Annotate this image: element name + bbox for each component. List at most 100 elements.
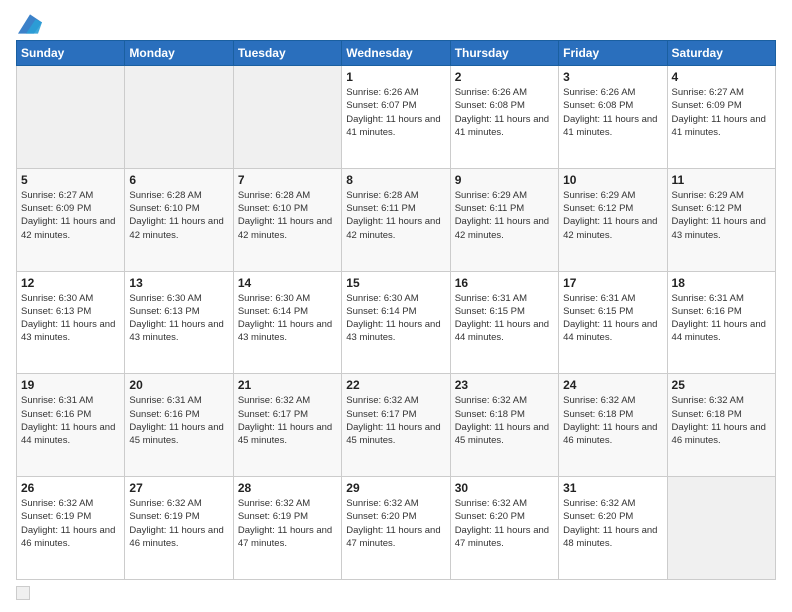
- day-info: Sunrise: 6:32 AM Sunset: 6:19 PM Dayligh…: [21, 497, 120, 550]
- calendar-body: 1 Sunrise: 6:26 AM Sunset: 6:07 PM Daylig…: [17, 66, 776, 580]
- day-cell: 26 Sunrise: 6:32 AM Sunset: 6:19 PM Dayli…: [17, 477, 125, 580]
- day-info: Sunrise: 6:31 AM Sunset: 6:16 PM Dayligh…: [129, 394, 228, 447]
- day-number: 15: [346, 276, 445, 290]
- day-info: Sunrise: 6:31 AM Sunset: 6:15 PM Dayligh…: [455, 292, 554, 345]
- day-info: Sunrise: 6:26 AM Sunset: 6:07 PM Dayligh…: [346, 86, 445, 139]
- day-number: 21: [238, 378, 337, 392]
- day-cell: [17, 66, 125, 169]
- day-number: 19: [21, 378, 120, 392]
- day-cell: 18 Sunrise: 6:31 AM Sunset: 6:16 PM Dayli…: [667, 271, 775, 374]
- day-number: 30: [455, 481, 554, 495]
- day-info: Sunrise: 6:32 AM Sunset: 6:20 PM Dayligh…: [563, 497, 662, 550]
- calendar-table: SundayMondayTuesdayWednesdayThursdayFrid…: [16, 40, 776, 580]
- day-number: 10: [563, 173, 662, 187]
- header: [16, 12, 776, 32]
- day-info: Sunrise: 6:28 AM Sunset: 6:10 PM Dayligh…: [238, 189, 337, 242]
- header-cell-wednesday: Wednesday: [342, 41, 450, 66]
- day-info: Sunrise: 6:27 AM Sunset: 6:09 PM Dayligh…: [672, 86, 771, 139]
- day-cell: 2Sunrise: 6:26 AM Sunset: 6:08 PM Daylig…: [450, 66, 558, 169]
- header-cell-monday: Monday: [125, 41, 233, 66]
- day-number: 29: [346, 481, 445, 495]
- day-cell: 10 Sunrise: 6:29 AM Sunset: 6:12 PM Dayli…: [559, 168, 667, 271]
- day-cell: 21 Sunrise: 6:32 AM Sunset: 6:17 PM Dayli…: [233, 374, 341, 477]
- day-cell: 25Sunrise: 6:32 AM Sunset: 6:18 PM Dayli…: [667, 374, 775, 477]
- day-info: Sunrise: 6:32 AM Sunset: 6:20 PM Dayligh…: [346, 497, 445, 550]
- day-info: Sunrise: 6:29 AM Sunset: 6:11 PM Dayligh…: [455, 189, 554, 242]
- day-cell: 3Sunrise: 6:26 AM Sunset: 6:08 PM Daylig…: [559, 66, 667, 169]
- day-cell: 11Sunrise: 6:29 AM Sunset: 6:12 PM Dayli…: [667, 168, 775, 271]
- day-cell: 28 Sunrise: 6:32 AM Sunset: 6:19 PM Dayli…: [233, 477, 341, 580]
- day-number: 3: [563, 70, 662, 84]
- day-cell: [233, 66, 341, 169]
- header-cell-sunday: Sunday: [17, 41, 125, 66]
- day-info: Sunrise: 6:32 AM Sunset: 6:17 PM Dayligh…: [346, 394, 445, 447]
- day-cell: 30Sunrise: 6:32 AM Sunset: 6:20 PM Dayli…: [450, 477, 558, 580]
- day-number: 22: [346, 378, 445, 392]
- day-cell: 29 Sunrise: 6:32 AM Sunset: 6:20 PM Dayli…: [342, 477, 450, 580]
- day-info: Sunrise: 6:28 AM Sunset: 6:11 PM Dayligh…: [346, 189, 445, 242]
- day-cell: 5 Sunrise: 6:27 AM Sunset: 6:09 PM Daylig…: [17, 168, 125, 271]
- header-cell-thursday: Thursday: [450, 41, 558, 66]
- day-number: 7: [238, 173, 337, 187]
- day-cell: 1 Sunrise: 6:26 AM Sunset: 6:07 PM Daylig…: [342, 66, 450, 169]
- week-row-2: 5 Sunrise: 6:27 AM Sunset: 6:09 PM Daylig…: [17, 168, 776, 271]
- day-cell: 6 Sunrise: 6:28 AM Sunset: 6:10 PM Daylig…: [125, 168, 233, 271]
- day-info: Sunrise: 6:30 AM Sunset: 6:14 PM Dayligh…: [346, 292, 445, 345]
- day-cell: [125, 66, 233, 169]
- day-cell: 12 Sunrise: 6:30 AM Sunset: 6:13 PM Dayli…: [17, 271, 125, 374]
- calendar-header: SundayMondayTuesdayWednesdayThursdayFrid…: [17, 41, 776, 66]
- day-info: Sunrise: 6:32 AM Sunset: 6:19 PM Dayligh…: [129, 497, 228, 550]
- day-number: 31: [563, 481, 662, 495]
- day-cell: 15 Sunrise: 6:30 AM Sunset: 6:14 PM Dayli…: [342, 271, 450, 374]
- day-cell: 22 Sunrise: 6:32 AM Sunset: 6:17 PM Dayli…: [342, 374, 450, 477]
- day-number: 16: [455, 276, 554, 290]
- day-number: 20: [129, 378, 228, 392]
- day-number: 5: [21, 173, 120, 187]
- day-number: 18: [672, 276, 771, 290]
- day-info: Sunrise: 6:32 AM Sunset: 6:19 PM Dayligh…: [238, 497, 337, 550]
- logo: [16, 12, 42, 32]
- header-cell-friday: Friday: [559, 41, 667, 66]
- day-cell: 17 Sunrise: 6:31 AM Sunset: 6:15 PM Dayli…: [559, 271, 667, 374]
- header-cell-saturday: Saturday: [667, 41, 775, 66]
- day-cell: 31 Sunrise: 6:32 AM Sunset: 6:20 PM Dayli…: [559, 477, 667, 580]
- day-number: 17: [563, 276, 662, 290]
- week-row-4: 19 Sunrise: 6:31 AM Sunset: 6:16 PM Dayli…: [17, 374, 776, 477]
- legend-box: [16, 586, 30, 600]
- day-info: Sunrise: 6:27 AM Sunset: 6:09 PM Dayligh…: [21, 189, 120, 242]
- day-cell: 14 Sunrise: 6:30 AM Sunset: 6:14 PM Dayli…: [233, 271, 341, 374]
- day-cell: [667, 477, 775, 580]
- day-number: 25: [672, 378, 771, 392]
- day-info: Sunrise: 6:29 AM Sunset: 6:12 PM Dayligh…: [563, 189, 662, 242]
- day-info: Sunrise: 6:30 AM Sunset: 6:13 PM Dayligh…: [129, 292, 228, 345]
- day-cell: 24Sunrise: 6:32 AM Sunset: 6:18 PM Dayli…: [559, 374, 667, 477]
- header-cell-tuesday: Tuesday: [233, 41, 341, 66]
- day-cell: 19 Sunrise: 6:31 AM Sunset: 6:16 PM Dayli…: [17, 374, 125, 477]
- day-info: Sunrise: 6:30 AM Sunset: 6:13 PM Dayligh…: [21, 292, 120, 345]
- day-number: 9: [455, 173, 554, 187]
- day-info: Sunrise: 6:31 AM Sunset: 6:16 PM Dayligh…: [21, 394, 120, 447]
- day-number: 1: [346, 70, 445, 84]
- day-info: Sunrise: 6:32 AM Sunset: 6:18 PM Dayligh…: [563, 394, 662, 447]
- day-number: 12: [21, 276, 120, 290]
- day-number: 28: [238, 481, 337, 495]
- header-row: SundayMondayTuesdayWednesdayThursdayFrid…: [17, 41, 776, 66]
- day-cell: 4 Sunrise: 6:27 AM Sunset: 6:09 PM Daylig…: [667, 66, 775, 169]
- day-number: 14: [238, 276, 337, 290]
- day-info: Sunrise: 6:31 AM Sunset: 6:16 PM Dayligh…: [672, 292, 771, 345]
- day-number: 6: [129, 173, 228, 187]
- day-number: 26: [21, 481, 120, 495]
- day-number: 4: [672, 70, 771, 84]
- day-cell: 7 Sunrise: 6:28 AM Sunset: 6:10 PM Daylig…: [233, 168, 341, 271]
- day-info: Sunrise: 6:31 AM Sunset: 6:15 PM Dayligh…: [563, 292, 662, 345]
- week-row-5: 26 Sunrise: 6:32 AM Sunset: 6:19 PM Dayli…: [17, 477, 776, 580]
- day-cell: 8 Sunrise: 6:28 AM Sunset: 6:11 PM Daylig…: [342, 168, 450, 271]
- day-info: Sunrise: 6:30 AM Sunset: 6:14 PM Dayligh…: [238, 292, 337, 345]
- week-row-1: 1 Sunrise: 6:26 AM Sunset: 6:07 PM Daylig…: [17, 66, 776, 169]
- day-info: Sunrise: 6:32 AM Sunset: 6:18 PM Dayligh…: [455, 394, 554, 447]
- day-number: 27: [129, 481, 228, 495]
- day-number: 8: [346, 173, 445, 187]
- day-info: Sunrise: 6:32 AM Sunset: 6:17 PM Dayligh…: [238, 394, 337, 447]
- day-info: Sunrise: 6:28 AM Sunset: 6:10 PM Dayligh…: [129, 189, 228, 242]
- day-cell: 9 Sunrise: 6:29 AM Sunset: 6:11 PM Daylig…: [450, 168, 558, 271]
